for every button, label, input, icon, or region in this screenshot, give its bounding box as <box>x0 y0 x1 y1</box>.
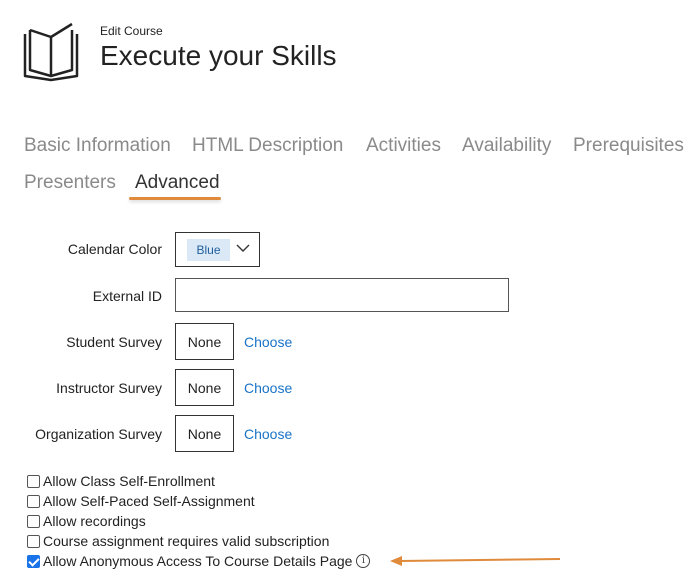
checkbox[interactable] <box>27 494 40 508</box>
checkbox[interactable] <box>27 474 40 488</box>
organization-survey-label: Organization Survey <box>35 426 162 442</box>
checkbox[interactable] <box>27 534 40 548</box>
student-survey-choose-link[interactable]: Choose <box>244 334 292 350</box>
external-id-label: External ID <box>92 288 162 304</box>
option-label: Allow Self-Paced Self-Assignment <box>43 493 255 509</box>
student-survey-label: Student Survey <box>66 334 162 350</box>
tab-advanced[interactable]: Advanced <box>135 172 220 194</box>
option-valid-subscription[interactable]: Course assignment requires valid subscri… <box>27 532 329 550</box>
tab-basic-information[interactable]: Basic Information <box>24 135 171 157</box>
page-title: Execute your Skills <box>100 40 337 71</box>
chevron-down-icon <box>236 244 250 252</box>
book-icon <box>22 20 80 82</box>
tab-html-description[interactable]: HTML Description <box>192 135 343 157</box>
option-label: Allow Class Self-Enrollment <box>43 473 215 489</box>
option-anonymous-access[interactable]: Allow Anonymous Access To Course Details… <box>27 552 371 570</box>
option-label: Allow Anonymous Access To Course Details… <box>43 553 353 569</box>
checkbox-checked[interactable] <box>27 554 40 568</box>
option-class-self-enrollment[interactable]: Allow Class Self-Enrollment <box>27 472 215 490</box>
option-label: Course assignment requires valid subscri… <box>43 533 330 549</box>
tab-availability[interactable]: Availability <box>462 135 551 157</box>
organization-survey-choose-link[interactable]: Choose <box>244 426 292 442</box>
calendar-color-label: Calendar Color <box>67 241 162 257</box>
info-icon[interactable]: i <box>356 554 371 568</box>
external-id-input[interactable] <box>175 278 509 312</box>
color-chip: Blue <box>187 239 230 261</box>
organization-survey-value: None <box>175 415 234 452</box>
instructor-survey-label: Instructor Survey <box>56 380 162 396</box>
option-allow-recordings[interactable]: Allow recordings <box>27 512 146 530</box>
arrow-left-icon <box>390 556 561 566</box>
student-survey-value: None <box>175 323 234 360</box>
instructor-survey-choose-link[interactable]: Choose <box>244 380 292 396</box>
checkbox[interactable] <box>27 514 40 528</box>
page-subtitle: Edit Course <box>100 24 163 38</box>
tab-presenters[interactable]: Presenters <box>24 172 116 194</box>
calendar-color-select[interactable]: Blue <box>175 232 260 267</box>
option-label: Allow recordings <box>43 513 146 529</box>
instructor-survey-value: None <box>175 369 234 406</box>
tab-activities[interactable]: Activities <box>366 135 441 157</box>
option-self-paced-self-assignment[interactable]: Allow Self-Paced Self-Assignment <box>27 492 255 510</box>
active-tab-indicator <box>129 197 221 200</box>
tab-prerequisites[interactable]: Prerequisites <box>573 135 684 157</box>
